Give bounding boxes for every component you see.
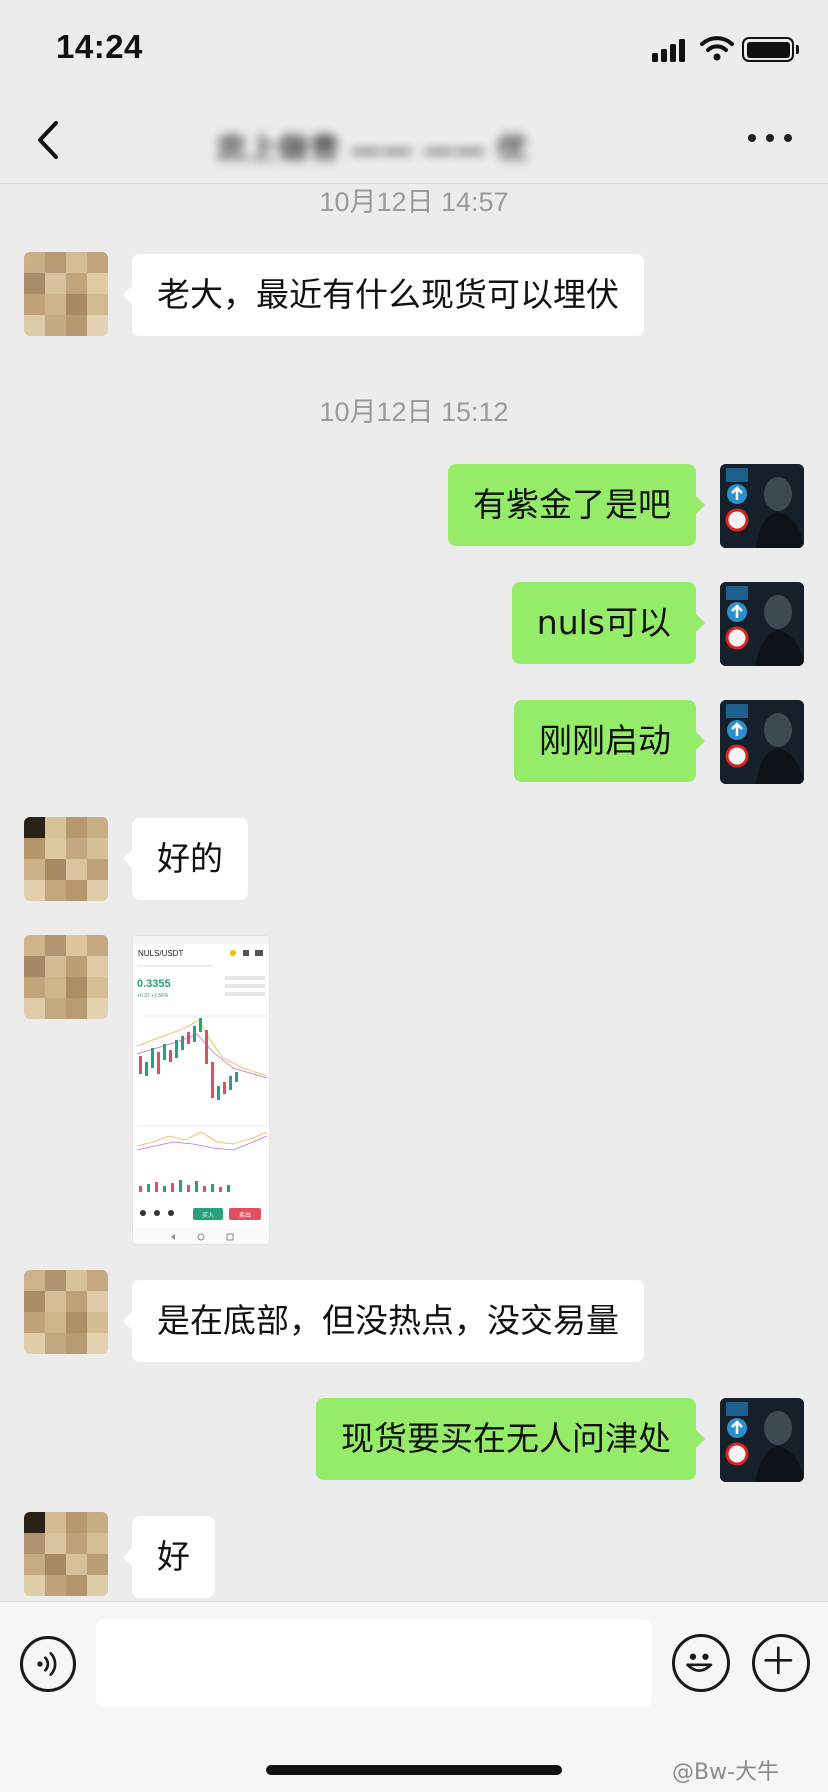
battery-icon — [742, 37, 799, 62]
avatar[interactable] — [24, 1512, 108, 1596]
image-message[interactable]: NULS/USDT 0.3355 +0.37 +1.56% 买入 卖出 — [132, 935, 270, 1245]
change-label: +0.37 +1.56% — [137, 993, 169, 999]
watermark: @Bw-大牛 — [672, 1760, 780, 1785]
message-bubble[interactable]: 好的 — [123, 818, 248, 900]
buy-button-label: 买入 — [202, 1211, 214, 1219]
status-bar: 14:24 — [0, 0, 828, 98]
voice-icon[interactable] — [20, 1636, 76, 1692]
message-bubble[interactable]: 有紫金了是吧 — [448, 464, 705, 546]
chat-title: 忠上做贵 —— —— 优 — [216, 132, 528, 160]
avatar[interactable] — [24, 935, 108, 1019]
message-bubble[interactable]: 老大，最近有什么现货可以埋伏 — [123, 254, 644, 336]
chat-screen: 14:24 忠上做贵 —— —— 优 10月12日 14:57 老大，最近有什么… — [0, 0, 828, 1792]
timestamp: 10月12日 14:57 — [319, 187, 509, 217]
timestamp: 10月12日 15:12 — [319, 397, 509, 427]
status-time: 14:24 — [56, 28, 143, 65]
avatar[interactable] — [24, 1270, 108, 1354]
message-bubble[interactable]: 刚刚启动 — [514, 700, 705, 782]
back-arrow-icon[interactable] — [30, 118, 70, 162]
my-avatar[interactable] — [720, 700, 804, 784]
more-dots-icon[interactable] — [748, 132, 792, 146]
home-indicator[interactable] — [266, 1765, 562, 1775]
nav-bar: 忠上做贵 —— —— 优 — [0, 98, 828, 184]
avatar[interactable] — [24, 817, 108, 901]
wifi-icon — [700, 36, 734, 61]
message-input[interactable] — [96, 1619, 652, 1707]
my-avatar[interactable] — [720, 1398, 804, 1482]
my-avatar[interactable] — [720, 464, 804, 548]
message-bubble[interactable]: 好 — [123, 1516, 215, 1598]
message-bubble[interactable]: nuls可以 — [511, 582, 706, 664]
avatar[interactable] — [24, 252, 108, 336]
emoji-icon[interactable] — [672, 1634, 730, 1692]
pair-label: NULS/USDT — [138, 949, 183, 958]
message-bubble[interactable]: 现货要买在无人问津处 — [316, 1398, 705, 1480]
sell-button-label: 卖出 — [239, 1211, 251, 1219]
signal-icon — [652, 38, 688, 62]
price-label: 0.3355 — [137, 978, 171, 990]
my-avatar[interactable] — [720, 582, 804, 666]
plus-icon[interactable] — [752, 1634, 810, 1692]
message-bubble[interactable]: 是在底部，但没热点，没交易量 — [123, 1280, 644, 1362]
